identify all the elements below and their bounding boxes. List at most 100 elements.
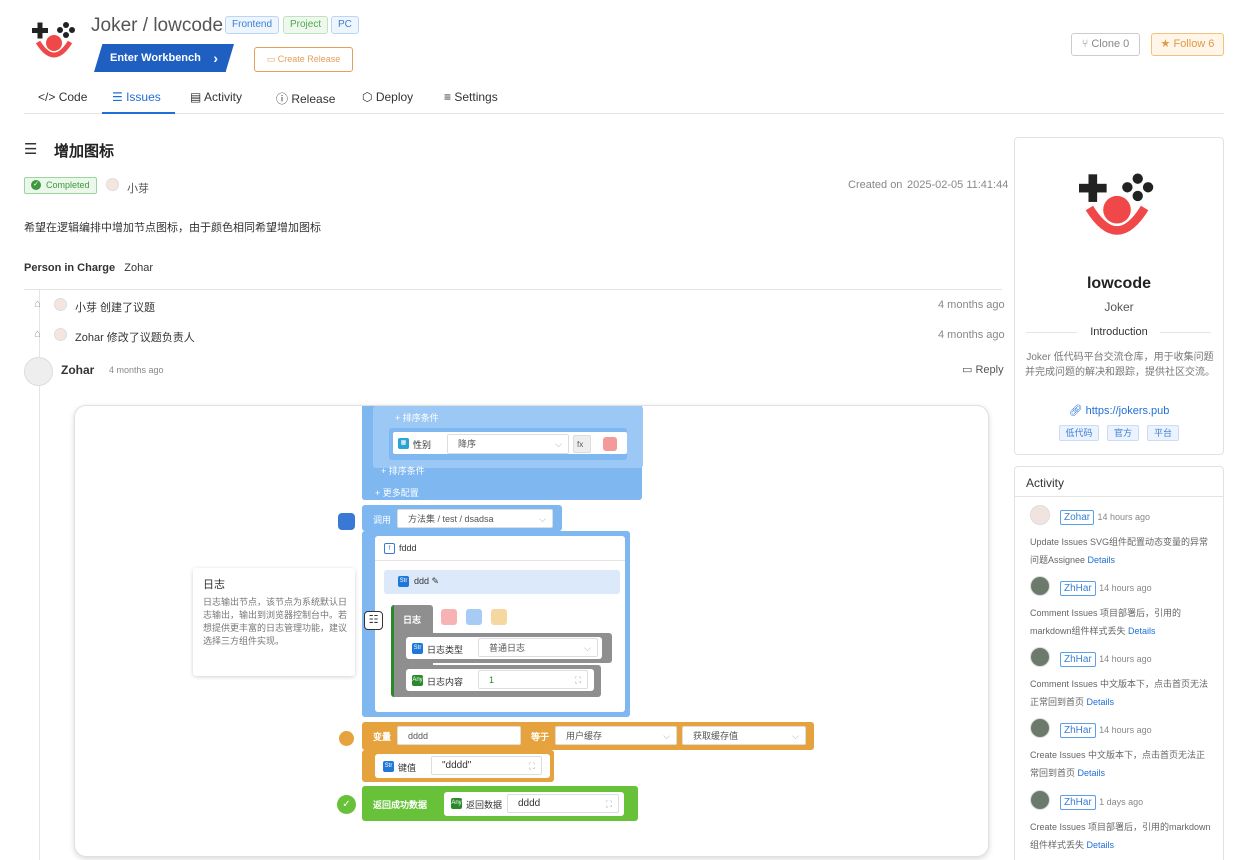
- fx-button[interactable]: fx: [573, 435, 591, 453]
- tab-deploy[interactable]: ⬡ Deploy: [362, 90, 413, 114]
- reply-icon: ▭: [962, 364, 976, 376]
- reply-button[interactable]: ▭ Reply: [962, 363, 1004, 376]
- details-link[interactable]: Details: [1087, 840, 1115, 850]
- project-link[interactable]: 🔗︎ https://jokers.pub: [1014, 404, 1224, 417]
- monitor-icon: ▭: [266, 54, 278, 64]
- tab-activity[interactable]: ▤ Activity: [190, 90, 242, 114]
- tab-release[interactable]: ⓘ Release: [276, 90, 335, 114]
- var-label: 变量: [373, 732, 392, 742]
- enter-workbench-button[interactable]: Enter Workbench ›: [94, 44, 234, 72]
- activity-user[interactable]: Zohar: [1060, 510, 1095, 525]
- release-icon: ⓘ: [276, 92, 292, 106]
- delete-button[interactable]: [603, 437, 617, 451]
- ddd-label: ddd ✎: [414, 576, 440, 586]
- issue-list-icon: ☰: [24, 141, 38, 158]
- issue-author[interactable]: 小芽: [127, 180, 149, 196]
- gender-label: 性别: [413, 440, 432, 450]
- user-cache-select[interactable]: 用户缓存 ⌵: [555, 726, 677, 745]
- tag-icon: ⌂: [34, 328, 41, 340]
- created-label: Created on: [848, 179, 903, 191]
- tooltip: 日志 日志输出节点，该节点为系统默认日志输出，输出到浏览器控制台中。若想提供更丰…: [193, 568, 355, 676]
- created-at: 2025-02-05 11:41:44: [907, 179, 1009, 191]
- string-icon: Str: [383, 761, 394, 772]
- flow-screenshot: + 排序条件 ▦ 性别 降序 ⌵ fx + 排序条件 + 更多配置 调用 方法集 …: [74, 405, 989, 857]
- expand-icon: ⛶: [574, 675, 581, 685]
- sort-condition-button[interactable]: + 排序条件: [395, 411, 439, 424]
- edit-icon[interactable]: [466, 609, 482, 625]
- project-tag[interactable]: 平台: [1147, 425, 1179, 441]
- var-input[interactable]: dddd: [397, 726, 521, 745]
- details-link[interactable]: Details: [1087, 697, 1115, 707]
- fork-icon: ⑂: [1081, 38, 1092, 50]
- any-icon: Any: [412, 675, 423, 686]
- more-config-button[interactable]: + 更多配置: [375, 486, 419, 499]
- move-icon[interactable]: [491, 609, 507, 625]
- expand-icon: ⛶: [528, 761, 535, 771]
- list-icon[interactable]: ☷: [364, 611, 383, 630]
- intro-label: Introduction: [1090, 326, 1148, 338]
- get-cache-select[interactable]: 获取缓存值 ⌵: [682, 726, 806, 745]
- avatar: [54, 298, 67, 311]
- details-link[interactable]: Details: [1078, 768, 1106, 778]
- log-content-input[interactable]: 1 ⛶: [478, 670, 588, 689]
- tag-icon: ⌂: [34, 298, 41, 310]
- details-link[interactable]: Details: [1088, 555, 1116, 565]
- key-input[interactable]: "dddd" ⛶: [431, 756, 542, 775]
- comment-author[interactable]: Zohar: [61, 363, 94, 377]
- clone-button[interactable]: ⑂ Clone 0: [1071, 33, 1140, 56]
- chevron-down-icon: ⌵: [663, 731, 670, 741]
- return-label: 返回成功数据: [373, 800, 428, 810]
- activity-icon: ▤: [190, 90, 205, 104]
- tag-frontend: Frontend: [225, 16, 280, 34]
- fddd-label: fddd: [399, 543, 417, 553]
- return-data-input[interactable]: dddd ⛶: [507, 794, 619, 813]
- status-badge: ✓ Completed: [24, 177, 97, 194]
- activity-user[interactable]: ZhHar: [1060, 652, 1096, 667]
- comment-time: 4 months ago: [109, 365, 164, 375]
- chevron-down-icon: ⌵: [584, 643, 591, 653]
- avatar: [1030, 718, 1050, 738]
- details-link[interactable]: Details: [1128, 626, 1156, 636]
- sort-condition-button[interactable]: + 排序条件: [381, 464, 425, 477]
- project-owner[interactable]: Joker: [1014, 300, 1224, 314]
- check-circle-icon: ✓: [337, 795, 356, 814]
- project-tag[interactable]: 低代码: [1059, 425, 1099, 441]
- chevron-down-icon: ⌵: [539, 514, 546, 524]
- field-icon: ▦: [398, 438, 409, 449]
- person-in-charge: Person in Charge Zohar: [24, 262, 153, 274]
- joker-logo-icon: [32, 22, 75, 58]
- activity-user[interactable]: ZhHar: [1060, 795, 1096, 810]
- timeline-item: Zohar 修改了议题负责人: [75, 332, 195, 344]
- timeline-time: 4 months ago: [938, 329, 1005, 341]
- follow-button[interactable]: ★ Follow 6: [1151, 33, 1224, 56]
- log-type-select[interactable]: 普通日志 ⌵: [478, 638, 598, 657]
- link-icon: 🔗︎: [1068, 405, 1086, 417]
- tab-issues[interactable]: ☰ Issues: [102, 90, 175, 114]
- repo-title[interactable]: Joker / lowcode: [91, 15, 223, 37]
- cube-icon: [338, 513, 355, 530]
- tab-code[interactable]: </> Code: [38, 90, 87, 114]
- tag-project: Project: [283, 16, 329, 34]
- return-data-label: 返回数据: [466, 800, 503, 810]
- gender-select[interactable]: 降序 ⌵: [447, 434, 569, 454]
- star-icon: ★: [1160, 38, 1174, 50]
- call-select[interactable]: 方法集 / test / dsadsa ⌵: [397, 509, 553, 528]
- joker-logo-icon: [1079, 173, 1154, 235]
- create-release-button[interactable]: ▭ Create Release: [254, 47, 353, 72]
- project-intro: Joker 低代码平台交流仓库，用于收集问题并完成问题的解决和跟踪，提供社区交流…: [1025, 352, 1215, 378]
- avatar: [54, 328, 67, 341]
- project-tag[interactable]: 官方: [1107, 425, 1139, 441]
- activity-user[interactable]: ZhHar: [1060, 723, 1096, 738]
- activity-title: Activity: [1026, 476, 1065, 490]
- avatar: [106, 178, 119, 191]
- activity-user[interactable]: ZhHar: [1060, 581, 1096, 596]
- check-icon: ✓: [31, 180, 41, 190]
- tab-settings[interactable]: ≡ Settings: [444, 90, 498, 114]
- avatar: [24, 357, 53, 386]
- close-icon[interactable]: [441, 609, 457, 625]
- sun-icon: [337, 729, 356, 748]
- avatar: [1030, 790, 1050, 810]
- issue-title: 增加图标: [54, 143, 115, 160]
- chevron-down-icon: ⌵: [792, 731, 799, 741]
- string-icon: Str: [412, 643, 423, 654]
